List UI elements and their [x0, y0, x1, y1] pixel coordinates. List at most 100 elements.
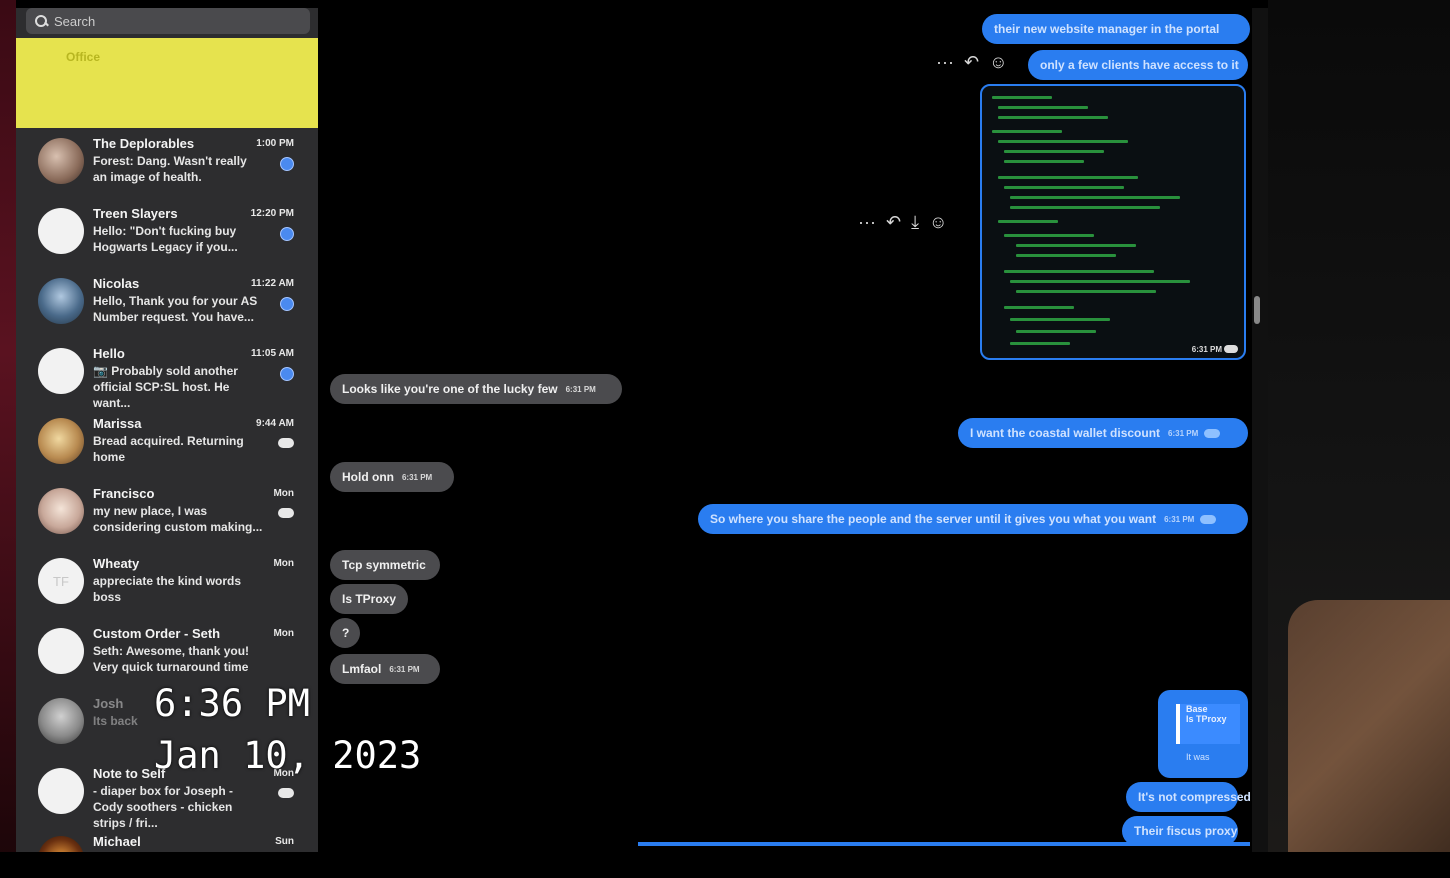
- incoming-message[interactable]: ?: [330, 618, 360, 648]
- conversation-time: Mon: [273, 488, 294, 499]
- conversation-item[interactable]: TF Wheaty Mon appreciate the kind words …: [16, 550, 318, 620]
- search-icon: [34, 14, 48, 28]
- image-timestamp: 6:31 PM: [1191, 345, 1222, 354]
- conversation-time: 11:05 AM: [251, 348, 294, 359]
- message-text: I want the coastal wallet discount: [970, 426, 1161, 440]
- incoming-message[interactable]: Tcp symmetric: [330, 550, 440, 580]
- download-icon[interactable]: ⤓: [911, 212, 919, 233]
- conversation-item[interactable]: Treen Slayers 12:20 PM Hello: "Don't fuc…: [16, 200, 318, 270]
- conversation-time: Mon: [273, 558, 294, 569]
- code-screenshot-image[interactable]: 6:31 PM: [980, 84, 1246, 360]
- message-text: It's not compressed: [1138, 790, 1251, 804]
- message-actions: ··· ↶ ☺: [936, 52, 1007, 73]
- pinned-note[interactable]: Office: [16, 38, 318, 128]
- outgoing-message[interactable]: their new website manager in the portal: [982, 14, 1250, 44]
- conversation-name: The Deplorables: [93, 136, 195, 151]
- more-icon[interactable]: ···: [936, 52, 954, 73]
- overlay-timestamp-date: Jan 10, 2023: [154, 734, 422, 777]
- message-text: Their fiscus proxy: [1134, 824, 1238, 838]
- conversation-name: Custom Order - Seth: [93, 626, 221, 641]
- unread-dot: [278, 225, 296, 243]
- read-indicator: [278, 438, 294, 448]
- conversation-name: Hello: [93, 346, 125, 361]
- unread-dot: [278, 155, 296, 173]
- conversation-preview: appreciate the kind words boss: [93, 574, 242, 604]
- message-text: only a few clients have access to it: [1040, 58, 1239, 72]
- read-indicator: [278, 788, 294, 798]
- unread-dot: [278, 365, 296, 383]
- avatar: [38, 138, 84, 184]
- photo-border-left: [0, 0, 16, 878]
- avatar: [38, 768, 84, 814]
- more-icon[interactable]: ···: [858, 212, 876, 233]
- outgoing-message[interactable]: So where you share the people and the se…: [698, 504, 1248, 534]
- conversation-time: Mon: [273, 628, 294, 639]
- conversation-time: Sun: [275, 836, 294, 847]
- quoted-message: Base Is TProxy: [1176, 704, 1240, 744]
- scrollbar-thumb[interactable]: [1254, 296, 1260, 324]
- conversation-sidebar: Office The Deplorables 1:00 PM Forest: D…: [16, 8, 318, 852]
- photo-hand: [1288, 600, 1450, 852]
- react-icon[interactable]: ☺: [989, 52, 1007, 73]
- read-indicator: [1224, 345, 1238, 353]
- read-indicator: [1200, 514, 1217, 524]
- incoming-message[interactable]: Lmfaol 6:31 PM: [330, 654, 440, 684]
- reply-icon[interactable]: ↶: [886, 212, 901, 233]
- conversation-preview: Forest: Dang. Wasn't really an image of …: [93, 154, 247, 184]
- conversation-item[interactable]: Nicolas 11:22 AM Hello, Thank you for yo…: [16, 270, 318, 340]
- message-text: Lmfaol: [342, 662, 382, 676]
- message-text: So where you share the people and the se…: [710, 512, 1157, 526]
- conversation-name: Treen Slayers: [93, 206, 178, 221]
- conversation-item[interactable]: Custom Order - Seth Mon Seth: Awesome, t…: [16, 620, 318, 690]
- reply-text: It was: [1186, 752, 1210, 762]
- conversation-item[interactable]: Michael Sun: [16, 828, 318, 852]
- conversation-item[interactable]: The Deplorables 1:00 PM Forest: Dang. Wa…: [16, 130, 318, 200]
- conversation-item[interactable]: Marissa 9:44 AM Bread acquired. Returnin…: [16, 410, 318, 480]
- read-indicator: [278, 508, 294, 518]
- conversation-preview: Hello: "Don't fucking buy Hogwarts Legac…: [93, 224, 238, 254]
- outgoing-message[interactable]: I want the coastal wallet discount 6:31 …: [958, 418, 1248, 448]
- message-text: Tcp symmetric: [342, 558, 426, 572]
- message-time: 6:31 PM: [1168, 428, 1199, 438]
- message-text: ?: [342, 626, 350, 640]
- reply-card[interactable]: Base Is TProxy It was: [1158, 690, 1248, 778]
- conversation-time: 11:22 AM: [251, 278, 294, 289]
- avatar: [38, 836, 84, 852]
- conversation-preview: my new place, I was considering custom m…: [93, 504, 263, 534]
- avatar: [38, 488, 84, 534]
- search-bar[interactable]: [26, 8, 310, 34]
- conversation-time: 1:00 PM: [256, 138, 294, 149]
- avatar: [38, 698, 84, 744]
- unread-dot: [278, 295, 296, 313]
- message-input-highlight: [638, 842, 1250, 846]
- conversation-time: 9:44 AM: [256, 418, 294, 429]
- reply-icon[interactable]: ↶: [964, 52, 979, 73]
- conversation-preview: Hello, Thank you for your AS Number requ…: [93, 294, 258, 324]
- avatar: [38, 278, 84, 324]
- conversation-preview: Bread acquired. Returning home: [93, 434, 244, 464]
- conversation-preview: Seth: Awesome, thank you! Very quick tur…: [93, 644, 250, 674]
- incoming-message[interactable]: Is TProxy: [330, 584, 408, 614]
- message-text: Is TProxy: [342, 592, 397, 606]
- conversation-name: Michael: [93, 834, 141, 849]
- message-text: Looks like you're one of the lucky few: [342, 382, 558, 396]
- incoming-message[interactable]: Looks like you're one of the lucky few 6…: [330, 374, 622, 404]
- conversation-item[interactable]: Hello 11:05 AM 📷 Probably sold another o…: [16, 340, 318, 410]
- avatar: [38, 348, 84, 394]
- conversation-name: Wheaty: [93, 556, 140, 571]
- conversation-preview: - diaper box for Joseph - Cody soothers …: [93, 784, 234, 830]
- photo-border-bottom: [0, 852, 1450, 878]
- react-icon[interactable]: ☺: [929, 212, 947, 233]
- outgoing-message[interactable]: only a few clients have access to it: [1028, 50, 1248, 80]
- conversation-preview: 📷 Probably sold another official SCP:SL …: [93, 364, 238, 410]
- avatar: [38, 418, 84, 464]
- conversation-time: 12:20 PM: [250, 208, 294, 219]
- message-time: 6:31 PM: [401, 472, 433, 482]
- search-input[interactable]: [54, 13, 294, 29]
- message-time: 6:31 PM: [1164, 514, 1195, 524]
- incoming-message[interactable]: Hold onn 6:31 PM: [330, 462, 454, 492]
- outgoing-message[interactable]: It's not compressed: [1126, 782, 1251, 812]
- avatar: [38, 628, 84, 674]
- avatar: [38, 208, 84, 254]
- conversation-item[interactable]: Francisco Mon my new place, I was consid…: [16, 480, 318, 550]
